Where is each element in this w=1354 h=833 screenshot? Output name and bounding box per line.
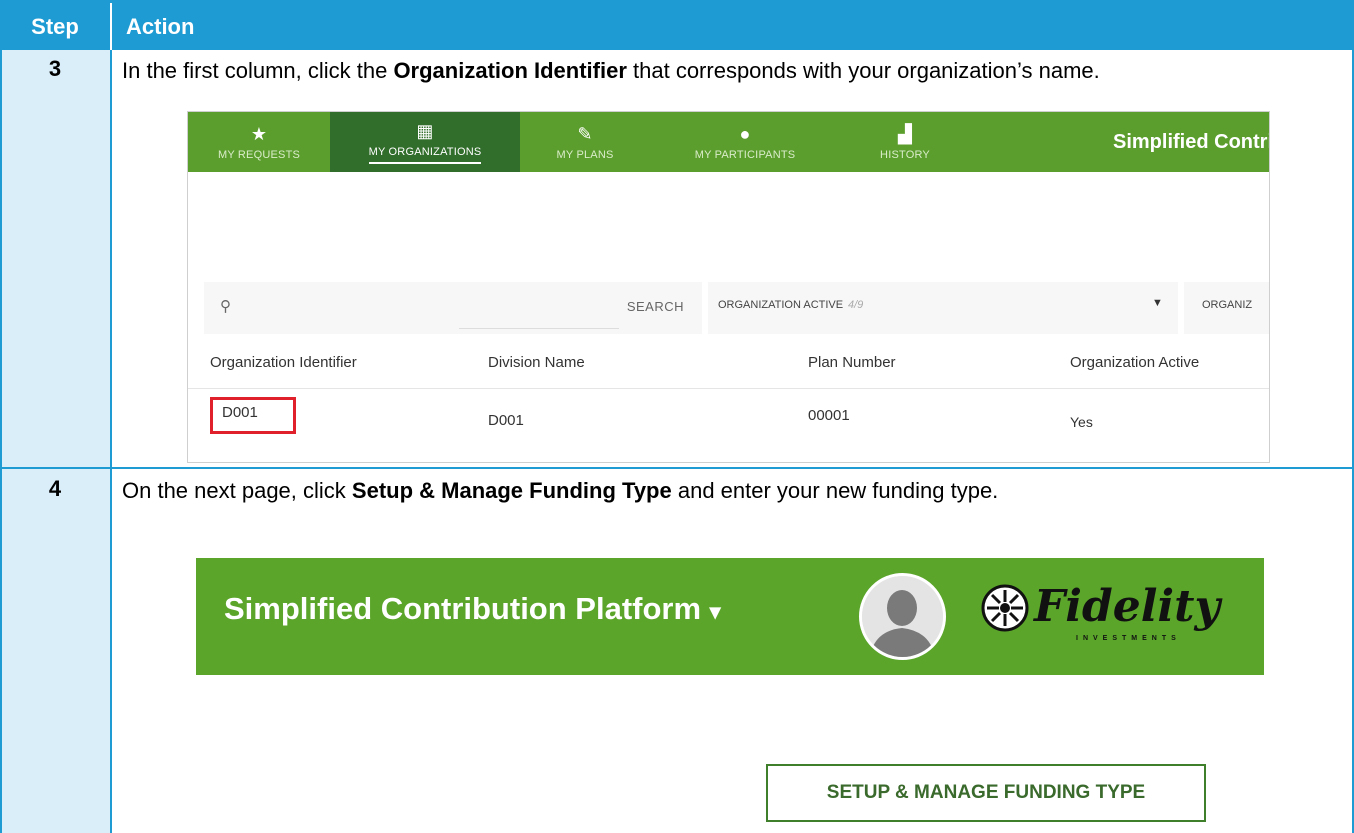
search-box[interactable]: ⚲ SEARCH <box>204 282 702 334</box>
app-title-text: Simplified Contribution Platform <box>224 591 702 626</box>
app-title[interactable]: Simplified Contribution Platform ▾ <box>224 591 721 627</box>
building-icon: ▦ <box>416 120 434 141</box>
nav-label: HISTORY <box>880 148 930 161</box>
organizations-screenshot: ★ MY REQUESTS ▦ MY ORGANIZATIONS ✎ MY PL… <box>187 111 1270 463</box>
filter-label: ORGANIZATION ACTIVE <box>718 299 844 311</box>
instruction-bold: Organization Identifier <box>393 58 627 83</box>
person-silhouette-icon <box>862 576 943 657</box>
step-number: 3 <box>48 56 62 81</box>
avatar[interactable] <box>859 573 946 660</box>
left-border <box>0 50 2 833</box>
nav-my-plans[interactable]: ✎ MY PLANS <box>520 112 650 172</box>
star-icon: ★ <box>250 123 268 144</box>
column-header-division-name[interactable]: Division Name <box>488 354 585 371</box>
nav-my-participants[interactable]: ● MY PARTICIPANTS <box>650 112 840 172</box>
instruction-table: Step Action 3 In the first column, click… <box>0 0 1354 833</box>
instruction-text: and enter your new funding type. <box>671 478 999 503</box>
setup-manage-funding-type-button[interactable]: SETUP & MANAGE FUNDING TYPE <box>766 764 1206 822</box>
fidelity-logo-icon <box>981 584 1029 632</box>
chart-icon: ▟ <box>897 123 913 144</box>
instruction-text: that corresponds with your organization’… <box>626 58 1100 83</box>
nav-label: MY PLANS <box>556 148 614 161</box>
table-cell: 00001 <box>808 407 850 424</box>
nav-label: MY ORGANIZATIONS <box>368 146 482 164</box>
nav-label: MY REQUESTS <box>217 148 301 161</box>
second-filter[interactable]: ORGANIZ <box>1184 282 1269 334</box>
person-icon: ● <box>739 123 751 144</box>
fidelity-logo-text: Fidelity <box>1034 581 1221 632</box>
search-underline <box>459 328 619 329</box>
table-cell: D001 <box>488 412 524 429</box>
app-nav-bar: ★ MY REQUESTS ▦ MY ORGANIZATIONS ✎ MY PL… <box>188 112 1270 172</box>
chevron-down-icon: ▾ <box>709 599 721 624</box>
step-instruction: In the first column, click the Organizat… <box>122 55 1342 86</box>
chevron-down-icon[interactable]: ▼ <box>1152 297 1163 309</box>
step-column <box>0 50 110 833</box>
nav-my-organizations[interactable]: ▦ MY ORGANIZATIONS <box>330 112 520 172</box>
instruction-text: On the next page, click <box>122 478 352 503</box>
row-divider <box>0 467 1354 469</box>
filter-label: ORGANIZ <box>1202 299 1253 311</box>
nav-history[interactable]: ▟ HISTORY <box>840 112 970 172</box>
app-title: Simplified Contrib <box>1113 130 1270 153</box>
row-divider <box>188 388 1269 389</box>
search-button[interactable]: SEARCH <box>627 299 684 314</box>
table-header: Step Action <box>0 0 1354 50</box>
organization-active-filter[interactable]: ORGANIZATION ACTIVE 4/9 ▼ <box>708 282 1178 334</box>
table-cell: Yes <box>1070 414 1093 430</box>
column-divider <box>110 50 112 833</box>
nav-label: MY PARTICIPANTS <box>694 148 796 161</box>
step-number: 4 <box>48 476 62 501</box>
column-header-organization-active[interactable]: Organization Active <box>1070 354 1199 371</box>
header-divider <box>110 3 112 50</box>
nav-my-requests[interactable]: ★ MY REQUESTS <box>188 112 330 172</box>
header-action: Action <box>126 13 195 39</box>
app-banner: Simplified Contribution Platform ▾ Fidel… <box>196 558 1264 675</box>
organization-identifier-link[interactable]: D001 <box>222 404 258 421</box>
step-instruction: On the next page, click Setup & Manage F… <box>122 475 1342 506</box>
filter-value: 4/9 <box>848 299 864 311</box>
search-icon: ⚲ <box>220 298 231 315</box>
instruction-bold: Setup & Manage Funding Type <box>351 478 672 503</box>
fidelity-logo-subtext: INVESTMENTS <box>1076 635 1181 642</box>
column-header-organization-identifier[interactable]: Organization Identifier <box>210 354 357 371</box>
instruction-text: In the first column, click the <box>122 58 394 83</box>
column-header-plan-number[interactable]: Plan Number <box>808 354 896 371</box>
platform-screenshot: Simplified Contribution Platform ▾ Fidel… <box>196 558 1264 833</box>
header-step: Step <box>31 13 79 39</box>
pencil-icon: ✎ <box>577 123 593 144</box>
